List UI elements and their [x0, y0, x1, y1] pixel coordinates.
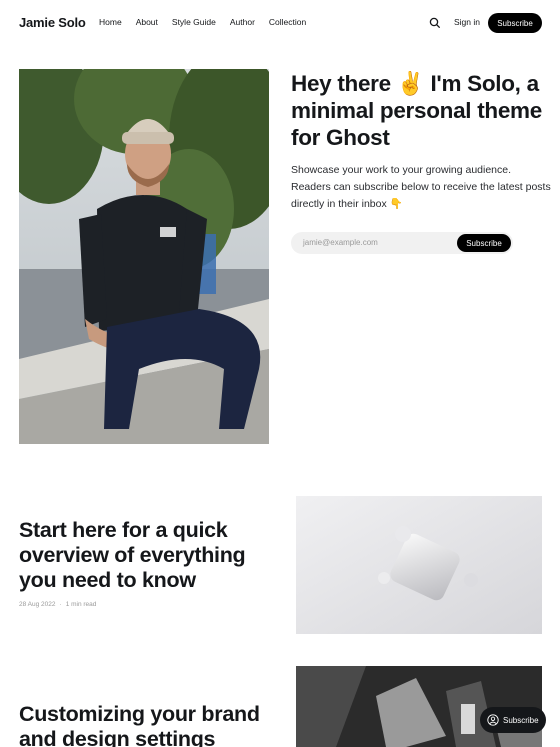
search-icon[interactable] — [428, 16, 442, 30]
nav-home[interactable]: Home — [99, 17, 122, 27]
user-circle-icon — [487, 714, 499, 726]
hero-description: Showcase your work to your growing audie… — [291, 164, 551, 210]
main-nav: Home About Style Guide Author Collection — [99, 17, 320, 27]
post-date: 28 Aug 2022 — [19, 601, 56, 608]
portal-subscribe-button[interactable]: Subscribe — [480, 707, 546, 733]
site-logo[interactable]: Jamie Solo — [19, 15, 86, 30]
email-input[interactable]: jamie@example.com — [303, 238, 378, 247]
header-subscribe-button[interactable]: Subscribe — [488, 13, 542, 33]
post-title-customizing[interactable]: Customizing your brand and design settin… — [19, 702, 279, 747]
post-image-abstract-shape[interactable] — [296, 496, 542, 634]
nav-collection[interactable]: Collection — [269, 17, 306, 27]
post-reading-time: 1 min read — [65, 601, 97, 608]
site-header: Jamie Solo Home About Style Guide Author… — [0, 0, 560, 46]
hero-subscribe-form: jamie@example.com Subscribe — [291, 232, 513, 254]
portal-subscribe-label: Subscribe — [503, 715, 539, 725]
nav-style-guide[interactable]: Style Guide — [172, 17, 216, 27]
signin-link[interactable]: Sign in — [454, 17, 480, 27]
hero-subscribe-button[interactable]: Subscribe — [457, 234, 511, 252]
hero-portrait-image — [19, 69, 269, 444]
hero-title: Hey there ✌️ I'm Solo, a minimal persona… — [291, 71, 542, 150]
meta-separator: · — [59, 601, 62, 608]
post-meta: 28 Aug 2022 · 1 min read — [19, 601, 96, 608]
nav-author[interactable]: Author — [230, 17, 255, 27]
nav-about[interactable]: About — [136, 17, 158, 27]
post-title-start-here[interactable]: Start here for a quick overview of every… — [19, 518, 269, 593]
